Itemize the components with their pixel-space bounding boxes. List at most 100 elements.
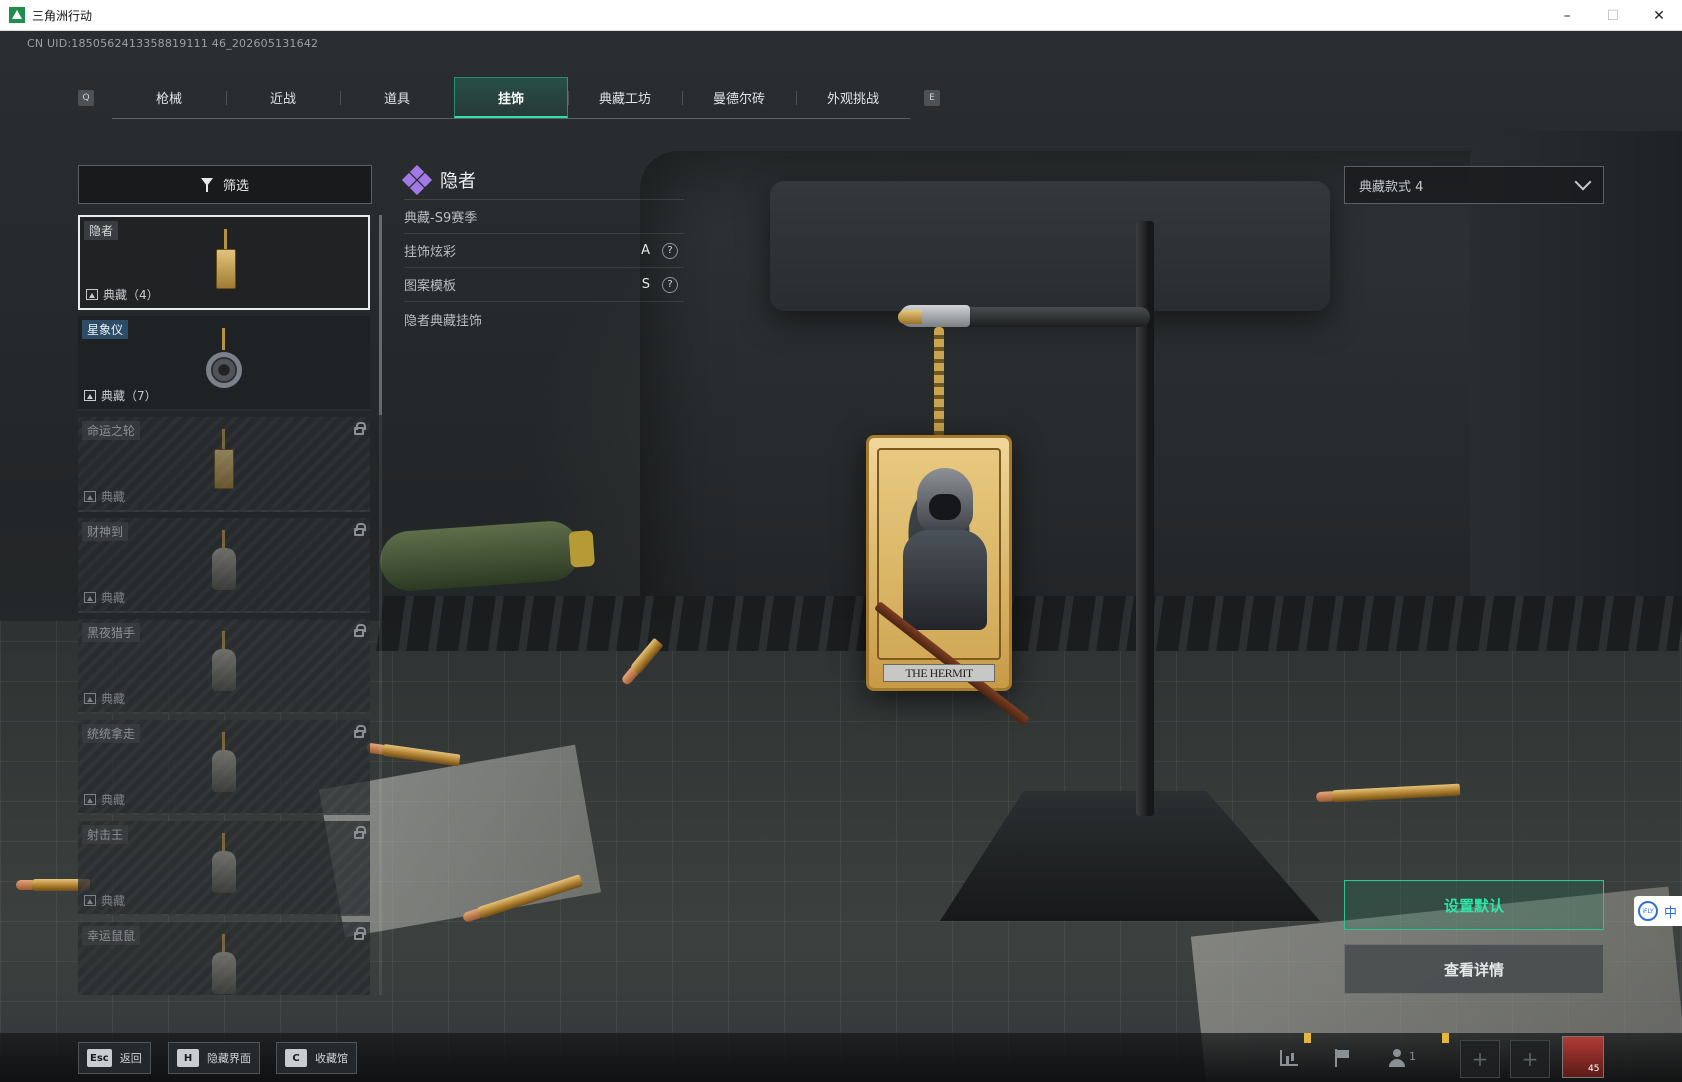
item-name: 黑夜猎手 [82,623,141,642]
pendant-label: THE HERMIT [883,664,995,682]
lock-icon [354,422,366,435]
tab-next-key[interactable]: E [924,90,940,106]
item-name: 财神到 [82,522,129,541]
list-item[interactable]: 命运之轮 典藏 [78,417,370,512]
stats-button[interactable] [1272,1042,1306,1074]
list-item[interactable]: 射击王 典藏 [78,821,370,916]
pendant-chain [934,327,944,437]
variant-dropdown[interactable]: 典藏款式 4 [1344,166,1604,204]
color-grade: A [641,243,650,258]
figure-face [929,494,961,520]
filter-label: 筛选 [222,179,249,194]
item-collection: 典藏 [84,589,125,606]
item-name: 星象仪 [82,320,129,339]
detail-title: 隐者 [440,170,476,192]
item-thumbnail [206,326,242,398]
minimize-button[interactable]: – [1544,0,1590,31]
maximize-button[interactable]: ☐ [1590,0,1636,31]
lock-icon [354,826,366,839]
mission-button[interactable] [1326,1042,1360,1074]
ime-indicator[interactable]: iFLY 中 [1634,896,1682,926]
detail-header: 隐者 [401,160,684,200]
player-level: 45 [1588,1064,1600,1074]
pendant-list: 隐者 典藏（4） 星象仪 典藏（7） 命运之轮 典藏 财神到 典藏 黑夜猎手 典… [78,215,374,995]
item-collection: 典藏 [84,488,125,505]
stand-tip-cap [898,310,922,324]
tab-prev-key[interactable]: Q [78,90,94,106]
detail-row-color: 挂饰炫彩 A? [404,234,684,268]
help-icon[interactable]: ? [662,242,678,259]
image-icon [84,794,96,805]
item-name: 命运之轮 [82,421,141,440]
detail-description: 隐者典藏挂饰 [404,313,483,329]
item-thumbnail [206,528,242,600]
list-item[interactable]: 黑夜猎手 典藏 [78,619,370,714]
help-icon[interactable]: ? [662,276,678,293]
lock-icon [354,624,366,637]
tab-collection-workshop[interactable]: 典藏工坊 [568,77,682,118]
back-hotkey[interactable]: Esc 返回 [78,1042,151,1074]
item-thumbnail [208,227,244,299]
list-item[interactable]: 幸运鼠鼠 [78,922,370,995]
item-collection: 典藏 [84,791,125,808]
tab-guns[interactable]: 枪械 [112,77,226,118]
item-collection: 典藏 [84,892,125,909]
item-thumbnail [206,629,242,701]
tab-items[interactable]: 道具 [340,77,454,118]
tab-pendants[interactable]: 挂饰 [454,77,568,118]
image-icon [84,693,96,704]
ime-mode: 中 [1664,905,1678,921]
list-item[interactable]: 财神到 典藏 [78,518,370,613]
list-item[interactable]: 星象仪 典藏（7） [78,316,370,411]
item-name: 幸运鼠鼠 [82,926,141,945]
item-thumbnail [206,730,242,802]
figure-body [903,530,987,630]
ifly-logo-icon: iFLY [1638,901,1658,921]
notification-badge [1442,1033,1449,1043]
item-collection: 典藏（7） [84,387,157,404]
category-tabs: 枪械 近战 道具 挂饰 典藏工坊 曼德尔砖 外观挑战 [112,77,910,119]
view-details-button[interactable]: 查看详情 [1344,944,1604,994]
collection-hall-hotkey[interactable]: C 收藏馆 [276,1042,357,1074]
item-name: 隐者 [84,221,119,240]
image-icon [84,390,96,401]
person-icon [1388,1049,1406,1067]
image-icon [86,289,98,300]
list-item[interactable]: 统统拿走 典藏 [78,720,370,815]
detail-row-pattern: 图案模板 S? [404,268,684,302]
image-icon [84,491,96,502]
add-teammate-slot[interactable]: + [1460,1040,1500,1078]
window-titlebar: 三角洲行动 – ☐ ✕ [0,0,1682,31]
list-item[interactable]: 隐者 典藏（4） [78,215,370,310]
notification-badge [1304,1033,1311,1043]
pattern-grade: S [641,277,650,292]
detail-season: 典藏-S9赛季 [404,200,684,234]
filter-button[interactable]: 筛选 [78,165,372,204]
item-name: 射击王 [82,825,129,844]
tab-appearance-challenge[interactable]: 外观挑战 [796,77,910,118]
card-artwork [873,448,1030,726]
tab-mandel-brick[interactable]: 曼德尔砖 [682,77,796,118]
chevron-down-icon [1574,173,1592,191]
hermit-pendant-card[interactable]: THE HERMIT [866,435,1030,726]
close-button[interactable]: ✕ [1636,0,1682,31]
canister-prop [378,519,582,593]
set-default-button[interactable]: 设置默认 [1344,880,1604,930]
bar-chart-icon [1280,1050,1298,1066]
hide-ui-hotkey[interactable]: H 隐藏界面 [168,1042,260,1074]
app-logo-icon [9,7,25,23]
item-name: 统统拿走 [82,724,141,743]
window-title: 三角洲行动 [32,8,93,23]
image-icon [84,895,96,906]
tab-melee[interactable]: 近战 [226,77,340,118]
rarity-diamond-icon [401,164,433,195]
item-collection: 典藏（4） [86,286,159,303]
stand-arm [960,307,1150,327]
list-scroll-thumb[interactable] [379,215,382,415]
lock-icon [354,725,366,738]
add-teammate-slot[interactable]: + [1510,1040,1550,1078]
case-rail [376,596,1682,651]
variant-value: 典藏款式 4 [1359,179,1424,195]
case-lid [770,181,1330,311]
flag-icon [1335,1049,1351,1067]
